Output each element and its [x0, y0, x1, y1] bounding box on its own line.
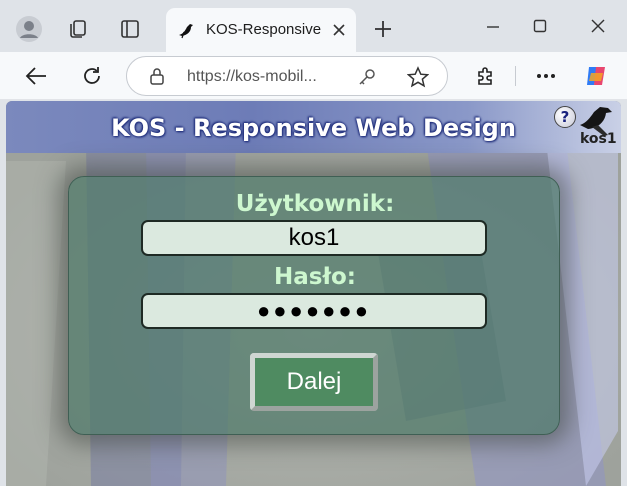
address-bar[interactable]: https://kos-mobil... — [126, 56, 448, 96]
collections-icon[interactable] — [62, 13, 94, 45]
password-label: Hasło: — [274, 264, 356, 290]
password-field[interactable]: ●●●●●●● — [141, 293, 487, 329]
minimize-icon[interactable] — [478, 14, 508, 40]
lock-icon[interactable] — [149, 67, 165, 89]
profile-icon[interactable] — [12, 12, 46, 46]
extensions-icon[interactable] — [470, 61, 502, 91]
next-button[interactable]: Dalej — [250, 353, 378, 411]
url-text[interactable]: https://kos-mobil... — [187, 68, 317, 86]
username-field[interactable] — [141, 220, 487, 256]
user-badge: kos1 — [580, 131, 617, 147]
tab-title: KOS-Responsive W — [206, 21, 321, 38]
maximize-icon[interactable] — [525, 13, 555, 39]
refresh-icon[interactable] — [76, 61, 108, 91]
page-banner: KOS - Responsive Web Design ? kos1 — [6, 101, 621, 153]
tab-actions-icon[interactable] — [114, 13, 146, 45]
more-icon[interactable] — [530, 61, 562, 91]
active-tab[interactable]: KOS-Responsive W — [166, 8, 356, 52]
copilot-icon[interactable] — [580, 60, 612, 92]
login-panel: Użytkownik: Hasło: ●●●●●●● Dalej — [68, 176, 560, 435]
page-title: KOS - Responsive Web Design — [111, 114, 516, 142]
username-label: Użytkownik: — [235, 191, 395, 217]
tab-strip: KOS-Responsive W — [0, 0, 627, 52]
back-icon[interactable] — [20, 61, 52, 91]
page-viewport: KOS - Responsive Web Design ? kos1 Użytk… — [6, 101, 621, 486]
new-tab-icon[interactable] — [368, 14, 398, 44]
close-window-icon[interactable] — [583, 13, 613, 39]
address-bar-row: https://kos-mobil... — [0, 52, 627, 100]
key-icon[interactable] — [357, 67, 377, 91]
crow-icon — [176, 19, 196, 43]
star-icon[interactable] — [406, 66, 430, 92]
help-icon[interactable]: ? — [554, 106, 576, 128]
close-tab-icon[interactable] — [332, 22, 346, 41]
toolbar-separator — [515, 66, 516, 86]
